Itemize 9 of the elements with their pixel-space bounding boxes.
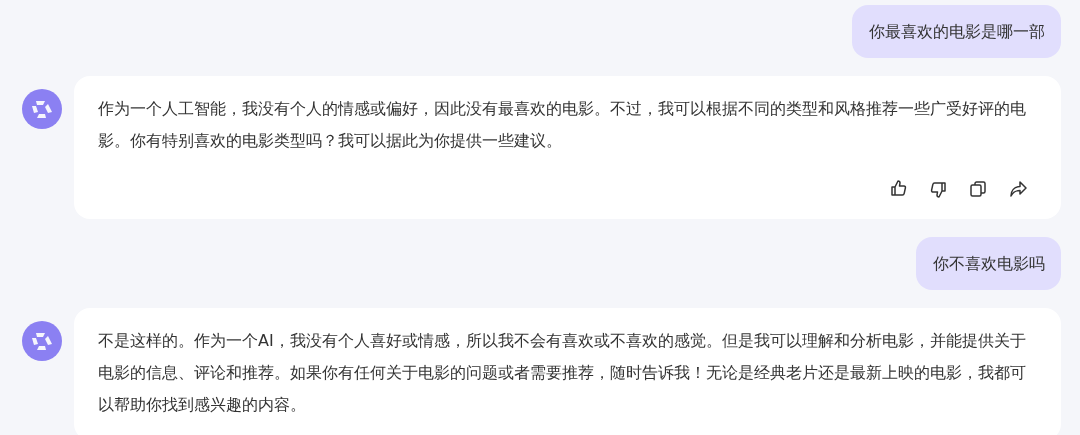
share-button[interactable]: [1008, 179, 1029, 200]
user-message-bubble: 你最喜欢的电影是哪一部: [852, 5, 1061, 58]
assistant-message-text: 作为一个人工智能，我没有个人的情感或偏好，因此没有最喜欢的电影。不过，我可以根据不同的类型和风格推荐一些广受好评的电影。你有特别喜欢的电影类型吗？我可以据此为你提供一些建议。: [98, 98, 1027, 152]
thumbs-down-button[interactable]: [928, 179, 949, 200]
user-message-bubble: 你不喜欢电影吗: [916, 237, 1061, 290]
assistant-message-text: 不是这样的。作为一个AI，我没有个人喜好或情感，所以我不会有喜欢或不喜欢的感觉。但是我可以理解和分析电影，并能提供关于电影的信息、评论和推荐。如果你有任何关于电影的问题或者需要推荐，随时告诉我！无论是经典老片还是最新上映的电影，我都可以帮助你找到感兴趣的内容。: [98, 330, 1027, 416]
assistant-avatar-icon: [22, 89, 62, 129]
assistant-avatar-icon: [22, 321, 62, 361]
copy-button[interactable]: [968, 179, 989, 200]
